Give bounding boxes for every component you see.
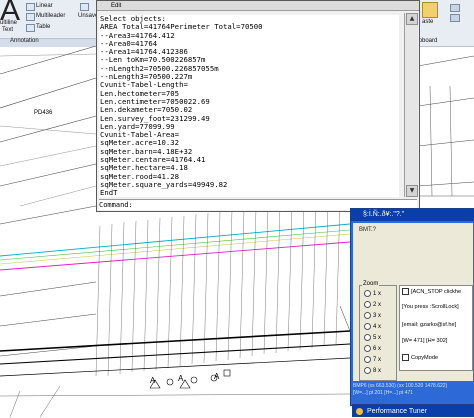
text-window: Edit Select objects: AREA Total=41764Per… [96,0,420,212]
radio-icon [364,301,371,308]
zoom-option-3x[interactable]: 3 x [364,312,381,319]
zoom-group: Zoom 1 x 2 x 3 x 4 x 5 x 6 x 7 x 8 x [359,281,397,381]
zoom-status-bar: BMP6 (xs 663.530) (xx 100.520 1478.622) … [353,383,473,403]
survey-marker-label: A [150,376,156,385]
zoom-window-body: BMT.? Zoom 1 x 2 x 3 x 4 x 5 x 6 x 7 x 8… [353,223,473,381]
zoom-option-7x[interactable]: 7 x [364,356,381,363]
performance-tuner-icon [356,408,363,415]
zoom-option-1x[interactable]: 1 x [364,290,381,297]
zoom-option-8x[interactable]: 8 x [364,367,381,374]
copy-icon[interactable] [450,14,460,22]
zoom-tool-window: §:İ.Ñ:.ð¥:."?." BMT.? Zoom 1 x 2 x 3 x 4… [350,208,474,406]
clipboard-ribbon: aste lipboard [414,0,474,47]
multiline-text-button[interactable]: ultiline [0,20,17,26]
zoom-option-2x[interactable]: 2 x [364,301,381,308]
zoom-window-menu[interactable]: BMT.? [359,227,376,233]
zoom-status-line: [W=...] pt 201 [H=...] pt 471 [353,390,414,396]
text-line: sqMeter.square_yards=49949.82 [100,179,228,189]
email-text: [email: gzarko@sf.he] [402,322,457,328]
table-icon[interactable] [26,24,35,32]
performance-tuner-window[interactable]: Performance Tuner [352,404,474,417]
linear-dimension-icon[interactable] [26,3,35,11]
cut-icon[interactable] [450,4,460,12]
radio-icon [364,290,371,297]
size-readout: [W= 471] [H= 302] [402,338,448,344]
command-prompt: Command: [99,201,133,209]
radio-icon [364,323,371,330]
checkbox-icon [402,354,409,361]
radio-icon [364,356,371,363]
multileader-button[interactable]: Multileader [36,13,65,19]
checkbox-icon [402,288,409,295]
parcel-label: PD436 [34,110,53,116]
text-label: Text [2,27,14,33]
multileader-icon[interactable] [26,13,35,21]
scroll-down-icon[interactable]: ▼ [406,185,418,197]
zoom-window-titlebar[interactable]: §:İ.Ñ:.ð¥:."?." [351,209,474,221]
text-window-scrollbar[interactable]: ▲ ▼ [404,13,418,197]
text-window-content[interactable]: Select objects: AREA Total=41764Perimete… [99,14,399,198]
copymode-checkbox[interactable]: CopyMode [402,354,438,361]
text-window-title: Edit [111,3,122,9]
text-window-titlebar[interactable]: Edit [97,1,419,11]
zoom-status-line: BMP6 (xs 663.530) (xx 100.520 1478.622) [353,383,448,389]
radio-icon [364,345,371,352]
survey-marker-label: A [214,372,220,381]
survey-marker-label: A [178,374,184,383]
scroll-up-icon[interactable]: ▲ [406,13,418,25]
unsaved-icon[interactable] [80,3,89,11]
zoom-option-5x[interactable]: 5 x [364,334,381,341]
annotation-panel-title: Annotation [10,38,39,44]
zoom-info-panel: [ACN_STOP clickhe [You press :ScrollLock… [399,285,473,371]
paste-button[interactable]: aste [422,19,433,25]
linear-button[interactable]: Linear [36,3,53,9]
table-button[interactable]: Table [36,24,50,30]
radio-icon [364,312,371,319]
zoom-group-title: Zoom [362,281,380,287]
performance-tuner-title: Performance Tuner [367,408,427,415]
radio-icon [364,334,371,341]
text-line: EndT [100,188,118,198]
scroll-lock-hint: [You press :ScrollLock] [402,304,459,310]
zoom-window-title: §:İ.Ñ:.ð¥:."?." [363,211,405,218]
zoom-option-4x[interactable]: 4 x [364,323,381,330]
acn-stop-checkbox[interactable]: [ACN_STOP clickhe [402,288,461,295]
paste-icon[interactable] [422,2,438,18]
radio-icon [364,367,371,374]
zoom-option-6x[interactable]: 6 x [364,345,381,352]
